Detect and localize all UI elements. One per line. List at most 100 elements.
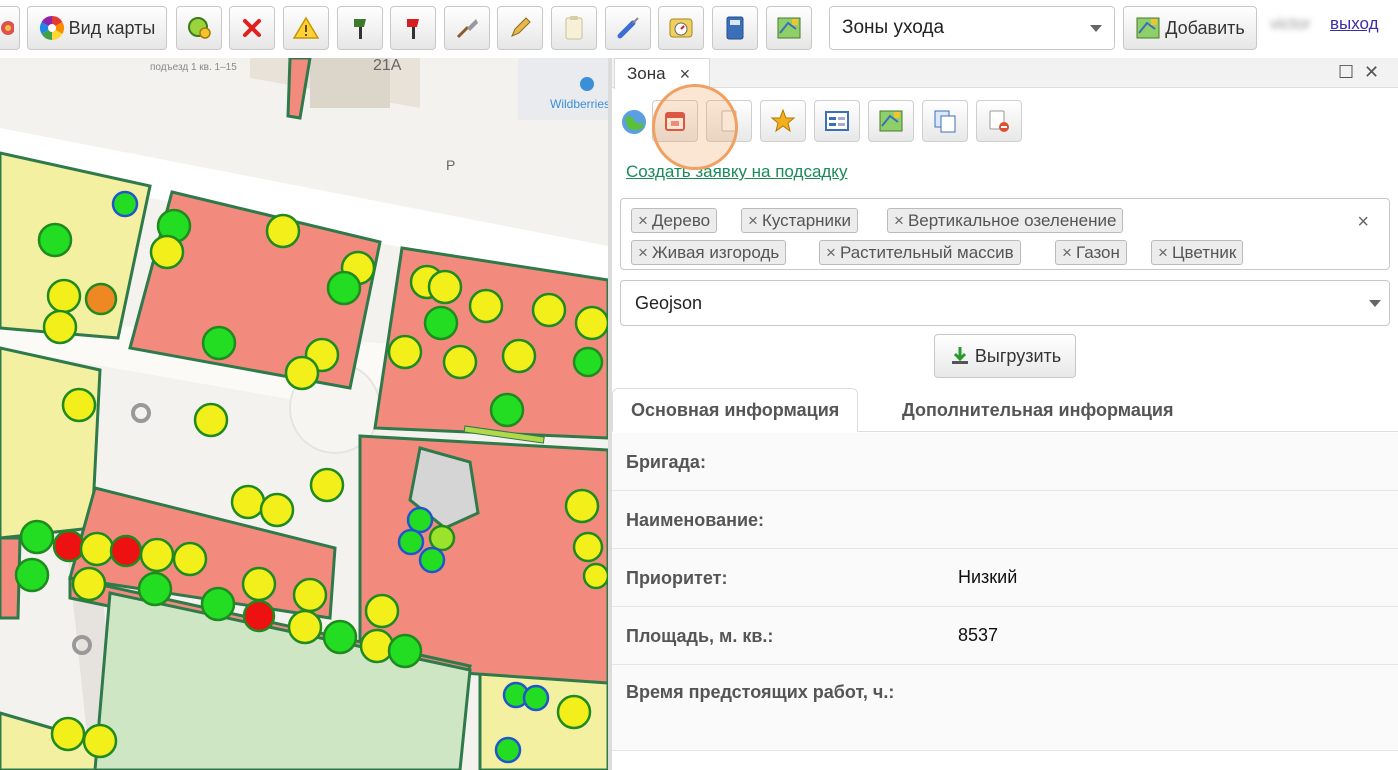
tag-plant-massif[interactable]: × Растительный массив [819,240,1021,265]
tag-remove-icon[interactable]: × [894,211,904,231]
globe-icon[interactable] [620,108,648,136]
export-button[interactable]: Выгрузить [934,334,1076,378]
tree-marker[interactable] [19,519,55,555]
edit-button[interactable] [497,6,543,50]
tag-flowerbed[interactable]: × Цветник [1151,240,1244,265]
tag-remove-icon[interactable]: × [638,243,648,263]
tree-marker[interactable] [84,282,118,316]
clear-all-icon[interactable]: × [1357,211,1369,234]
tree-marker[interactable] [468,288,504,324]
tree-marker[interactable] [193,402,229,438]
tree-marker[interactable] [501,338,537,374]
tree-marker[interactable] [259,492,295,528]
tree-marker[interactable] [265,213,301,249]
create-planting-request-link[interactable]: Создать заявку на подсадку [626,162,847,182]
tag-hedge[interactable]: × Живая изгородь [631,240,787,265]
tree-marker[interactable] [406,506,434,534]
flag-red-button[interactable] [390,6,436,50]
tree-marker[interactable] [423,305,459,341]
tree-marker[interactable] [572,346,604,378]
tree-marker[interactable] [572,531,604,563]
tag-remove-icon[interactable]: × [638,211,648,231]
favorite-button[interactable] [760,100,806,142]
tree-marker[interactable] [242,599,276,633]
delete-button[interactable] [229,6,275,50]
maximize-icon[interactable]: ☐ [1338,62,1354,83]
warning-button[interactable] [283,6,329,50]
layers-button[interactable] [0,6,20,50]
tree-marker[interactable] [574,305,608,341]
tree-marker[interactable] [172,541,208,577]
close-tab-icon[interactable]: × [680,64,691,85]
tree-marker[interactable] [230,484,266,520]
tree-marker[interactable] [397,528,425,556]
tree-marker[interactable] [50,716,86,752]
tree-marker[interactable] [61,387,97,423]
tree-marker[interactable] [52,529,86,563]
flag-green-button[interactable] [337,6,383,50]
tree-marker[interactable] [564,488,600,524]
map-button[interactable] [868,100,914,142]
logout-link[interactable]: выход [1330,14,1379,34]
tree-marker[interactable] [137,571,173,607]
copy-button[interactable] [922,100,968,142]
tag-tree[interactable]: × Дерево [631,208,718,233]
tree-tool-button[interactable] [176,6,222,50]
export-format-select[interactable]: Geojson [620,280,1390,326]
close-panel-icon[interactable]: ✕ [1364,62,1379,83]
tag-remove-icon[interactable]: × [826,243,836,263]
tag-remove-icon[interactable]: × [1062,243,1072,263]
tree-marker[interactable] [428,524,456,552]
map-canvas[interactable]: 21А Wildberries P подъезд 1 кв. 1–15 [0,58,608,770]
map-svg[interactable]: 21А Wildberries P подъезд 1 кв. 1–15 [0,58,608,770]
tree-marker[interactable] [387,334,423,370]
tree-marker[interactable] [326,270,362,306]
delete-record-button[interactable] [976,100,1022,142]
tree-marker[interactable] [201,325,237,361]
tab-main-info[interactable]: Основная информация [612,388,859,432]
clipboard-button[interactable] [551,6,597,50]
tree-marker[interactable] [109,534,143,568]
tag-vertical-greening[interactable]: × Вертикальное озеленение [887,208,1124,233]
tree-marker[interactable] [582,562,608,590]
tag-remove-icon[interactable]: × [748,211,758,231]
tree-marker[interactable] [71,566,107,602]
tag-lawn[interactable]: × Газон [1055,240,1127,265]
tree-marker[interactable] [387,633,423,669]
tag-remove-icon[interactable]: × [1158,243,1168,263]
tree-marker[interactable] [531,292,567,328]
tree-marker[interactable] [82,723,118,759]
gauge-button[interactable] [658,6,704,50]
tree-marker[interactable] [79,531,115,567]
map-edit-button[interactable] [766,6,812,50]
add-button[interactable]: Добавить [1123,6,1257,50]
tree-marker[interactable] [418,546,446,574]
tree-marker[interactable] [442,344,478,380]
layer-select[interactable]: Зоны ухода [829,6,1115,50]
tree-marker[interactable] [111,190,139,218]
tree-marker[interactable] [241,566,277,602]
tree-marker[interactable] [14,557,50,593]
tree-marker[interactable] [46,278,82,314]
tree-marker[interactable] [37,222,73,258]
tree-marker[interactable] [364,593,400,629]
tab-additional-info[interactable]: Дополнительная информация [902,388,1173,432]
tree-marker[interactable] [200,586,236,622]
map-view-button[interactable]: Вид карты [27,6,167,50]
tree-marker[interactable] [149,234,185,270]
object-type-filter[interactable]: × Дерево × Кустарники × Вертикальное озелен… [620,198,1390,270]
book-button[interactable] [712,6,758,50]
tree-marker[interactable] [42,309,78,345]
tree-marker[interactable] [489,392,525,428]
tree-marker[interactable] [292,577,328,613]
tree-marker[interactable] [427,269,463,305]
tree-marker[interactable] [309,467,345,503]
form-button[interactable] [814,100,860,142]
tree-marker[interactable] [139,537,175,573]
tree-marker[interactable] [359,628,395,664]
tree-marker[interactable] [522,684,550,712]
tree-marker[interactable] [287,609,323,645]
syringe-button[interactable] [605,6,651,50]
tree-marker[interactable] [494,736,522,764]
tree-marker[interactable] [322,619,358,655]
